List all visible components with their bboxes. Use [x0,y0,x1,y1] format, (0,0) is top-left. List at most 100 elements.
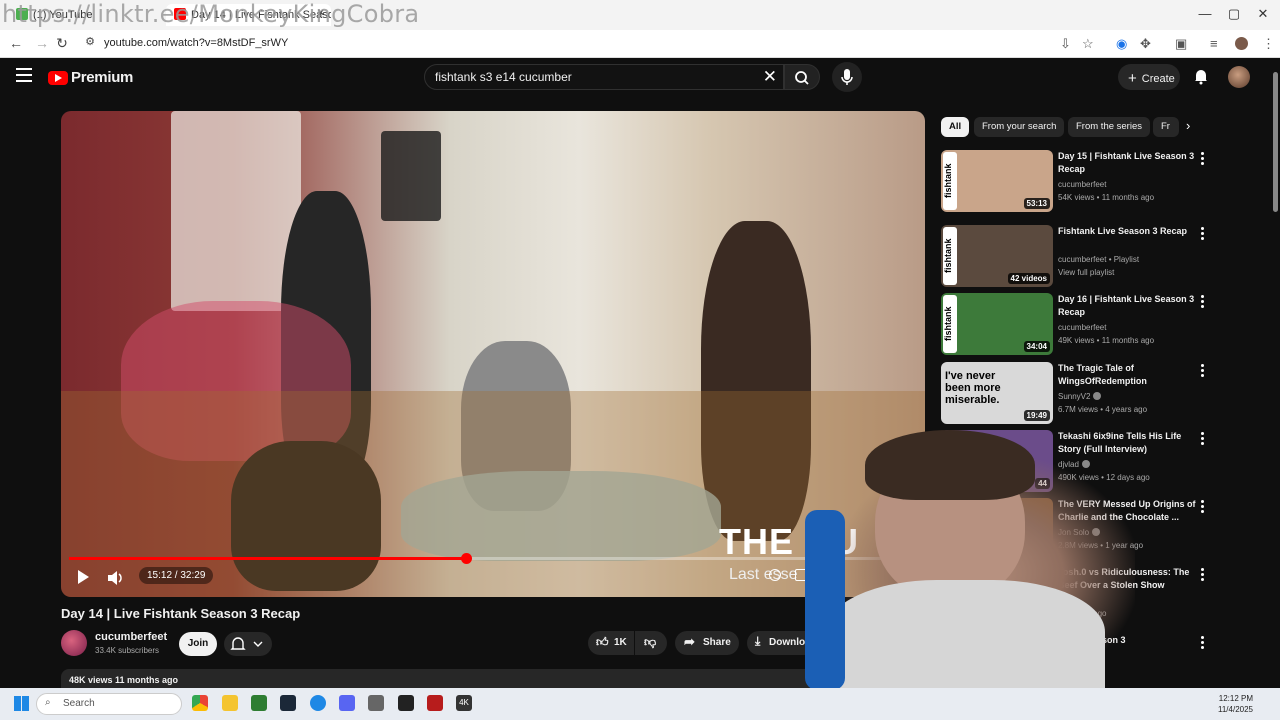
autoplay-toggle-icon[interactable] [769,569,781,581]
progress-bar[interactable] [69,553,917,564]
voice-search-button[interactable] [832,62,862,92]
video-player[interactable]: THE CU Last esse 15:12 / 32:29 [61,111,925,597]
recommendation-channel[interactable]: SunnyV2 [1058,392,1102,401]
back-icon[interactable]: ← [6,35,26,51]
chevron-right-icon[interactable]: › [1186,118,1190,133]
recommendation-channel[interactable]: cucumberfeet [1058,323,1106,332]
recommendation-title[interactable]: Day 15 | Fishtank Live Season 3 Recap [1058,150,1196,176]
recommendation-thumbnail[interactable]: I've never been more miserable. 19:49 [941,362,1053,424]
logo-premium-text: Premium [71,69,134,86]
windows-start-icon[interactable] [14,696,29,711]
dislike-button[interactable]: 👎︎ [635,631,667,655]
more-options-icon[interactable] [1201,152,1205,167]
app-icon[interactable] [310,695,326,711]
recommendation-thumbnail[interactable]: fishtank 53:13 [941,150,1053,212]
channel-name: cucumberfeet [1058,323,1107,332]
obs-icon[interactable] [398,695,414,711]
views-and-date: 48K views 11 months ago [69,675,179,685]
recommendation-channel[interactable]: cucumberfeet • Playlist [1058,255,1139,264]
subscription-bell-button[interactable] [224,632,272,656]
recommendation-channel[interactable]: cucumberfeet [1058,180,1106,189]
more-options-icon[interactable] [1201,568,1205,583]
hamburger-menu-icon[interactable] [16,68,32,82]
taskbar-search[interactable]: ⌕ Search [36,693,182,715]
app-icon[interactable] [368,695,384,711]
more-options-icon[interactable] [1201,500,1205,515]
recommendation-item[interactable]: fishtank 34:04 Day 16 | Fishtank Live Seas… [941,293,1221,355]
page-scrollbar[interactable] [1270,58,1280,688]
more-options-icon[interactable] [1201,432,1205,447]
close-window-button[interactable]: ✕ [1248,6,1278,22]
recommendation-title[interactable]: Fishtank Live Season 3 Recap [1058,225,1196,238]
sidepanel-icon[interactable]: ▣ [1175,36,1187,52]
minimize-button[interactable]: — [1190,6,1220,21]
search-input[interactable] [435,70,755,84]
search-box[interactable]: ✕ [424,64,784,90]
recommendation-thumbnail[interactable]: fishtank 42 videos [941,225,1053,287]
more-options-icon[interactable] [1201,364,1205,379]
chip-from-the-series[interactable]: From the series [1068,117,1150,137]
duration-badge: 34:04 [1023,341,1050,352]
media-icon[interactable]: ≡ [1210,36,1218,51]
chip-all[interactable]: All [941,117,970,137]
scrollbar-thumb[interactable] [1273,72,1278,212]
bookmark-star-icon[interactable]: ☆ [1082,36,1094,52]
recommendation-thumbnail[interactable]: fishtank 34:04 [941,293,1053,355]
file-explorer-icon[interactable] [222,695,238,711]
site-info-icon[interactable]: ⚙ [80,35,100,48]
forward-icon[interactable]: → [32,35,52,51]
notifications-bell-icon[interactable] [1192,67,1210,85]
account-avatar[interactable] [1228,66,1250,88]
recommendation-title[interactable]: Day 16 | Fishtank Live Season 3 Recap [1058,293,1196,319]
channel-name[interactable]: cucumberfeet [95,631,167,643]
recommendation-meta: View full playlist [1058,268,1115,277]
chip-from-your-search[interactable]: From your search [974,117,1065,137]
browser-menu-icon[interactable]: ⋮ [1262,36,1275,52]
discord-icon[interactable] [339,695,355,711]
play-button[interactable] [75,569,91,585]
4k-app-icon[interactable]: 4K [456,695,472,711]
app-icon[interactable] [251,695,267,711]
install-icon[interactable]: ⇩ [1060,36,1071,52]
recommendation-item[interactable]: I've never been more miserable. 19:49 The … [941,362,1221,424]
channel-avatar[interactable] [61,630,87,656]
download-label: Downlo [769,637,806,648]
extension-icon[interactable]: ◉ [1116,36,1127,52]
reload-icon[interactable]: ↻ [52,35,72,52]
like-button[interactable]: 👍︎ 1K [588,631,634,655]
volume-button[interactable] [107,570,125,586]
join-button[interactable]: Join [179,632,217,656]
recommendation-meta: 54K views • 11 months ago [1058,193,1155,202]
recommendation-item[interactable]: fishtank 42 videos Fishtank Live Season 3 … [941,225,1221,287]
create-button[interactable]: + Create [1118,64,1180,90]
taskbar-search-label: Search [63,698,95,709]
search-button[interactable] [784,64,820,90]
youtube-logo[interactable]: Premium [48,69,133,86]
channel-name: cucumberfeet [1058,180,1107,189]
chrome-icon[interactable] [192,695,208,711]
app-icon[interactable] [427,695,443,711]
recommendation-item[interactable]: fishtank 53:13 Day 15 | Fishtank Live Seas… [941,150,1221,212]
thumbs-down-icon: 👎︎ [644,635,657,649]
webcam-chair [805,510,845,690]
clear-search-icon[interactable]: ✕ [763,67,777,87]
clock-date: 11/4/2025 [1218,705,1253,714]
scrubber-handle[interactable] [460,553,472,564]
more-options-icon[interactable] [1201,295,1205,310]
more-options-icon[interactable] [1201,636,1205,651]
chip-more[interactable]: Fr [1153,117,1179,137]
system-clock[interactable]: 12:12 PM 11/4/2025 [1218,693,1253,715]
maximize-button[interactable]: ▢ [1219,6,1249,22]
webcam-person [825,580,1105,690]
recommendation-title[interactable]: The Tragic Tale of WingsOfRedemption [1058,362,1196,388]
stream-overlay-link: https://linktr.ee/MonkeyKingCobra [2,0,420,28]
more-options-icon[interactable] [1201,227,1205,242]
thumbs-up-icon: 👍︎ [596,635,609,649]
extensions-puzzle-icon[interactable]: ✥ [1140,36,1151,52]
url-field[interactable]: youtube.com/watch?v=8MstDF_srWY [104,37,288,49]
share-button[interactable]: ➦ Share [675,631,739,655]
share-icon: ➦ [684,634,695,649]
volume-icon [108,571,122,585]
steam-icon[interactable] [280,695,296,711]
profile-avatar[interactable] [1235,37,1248,50]
